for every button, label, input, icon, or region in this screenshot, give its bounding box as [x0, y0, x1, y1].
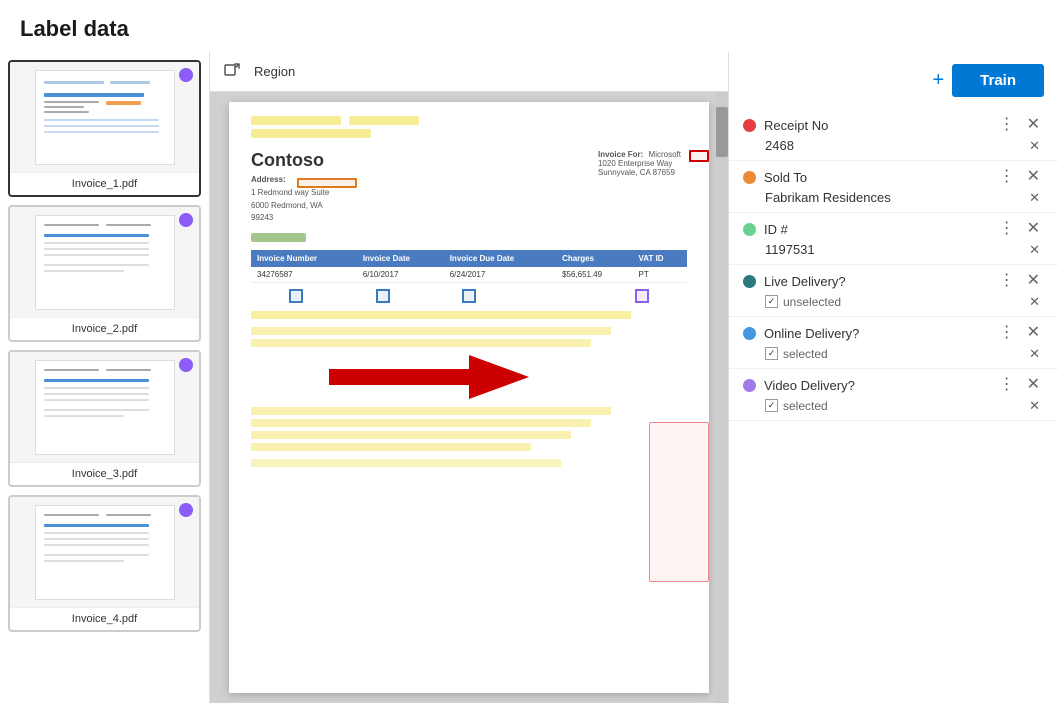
canvas-area: Region Contoso Address: 1 Redmon — [210, 52, 728, 703]
label-item-video-delivery: Video Delivery? ⋮ ✕ ✓ selected ✕ — [729, 369, 1058, 421]
table-row: 34276587 6/10/2017 6/24/2017 $56,651.49 … — [251, 267, 687, 283]
label-dot-receipt — [743, 119, 756, 132]
label-more-id[interactable]: ⋮ — [995, 219, 1019, 239]
cell-due-date: 6/24/2017 — [444, 267, 556, 283]
file-name-2: Invoice_2.pdf — [10, 317, 199, 340]
region-icon — [224, 62, 240, 81]
address-line4: 99243 — [251, 213, 273, 222]
label-name-live: Live Delivery? — [764, 274, 846, 289]
label-value-id: 1197531 — [765, 242, 815, 257]
label-value-close-live[interactable]: ✕ — [1025, 293, 1044, 310]
label-close-online[interactable]: ✕ — [1023, 323, 1044, 343]
invoice-table: Invoice Number Invoice Date Invoice Due … — [251, 250, 687, 283]
col-charges: Charges — [556, 250, 632, 267]
label-item-id: ID # ⋮ ✕ 1197531 ✕ — [729, 213, 1058, 265]
file-dot-3 — [179, 358, 193, 372]
file-item-3[interactable]: Invoice_3.pdf — [8, 350, 201, 487]
label-value-receipt: 2468 — [765, 138, 794, 153]
file-item-4[interactable]: Invoice_4.pdf — [8, 495, 201, 632]
label-more-sold-to[interactable]: ⋮ — [995, 167, 1019, 187]
label-name-online: Online Delivery? — [764, 326, 859, 341]
file-item-2[interactable]: Invoice_2.pdf — [8, 205, 201, 342]
label-value-close-id[interactable]: ✕ — [1025, 241, 1044, 258]
label-value-close-sold-to[interactable]: ✕ — [1025, 189, 1044, 206]
train-button[interactable]: Train — [952, 64, 1044, 97]
label-value-sold-to: Fabrikam Residences — [765, 190, 891, 205]
checkbox-icon-video: ✓ — [765, 399, 778, 412]
label-close-receipt[interactable]: ✕ — [1023, 115, 1044, 135]
file-name-4: Invoice_4.pdf — [10, 607, 199, 630]
file-dot-1 — [179, 68, 193, 82]
label-close-sold-to[interactable]: ✕ — [1023, 167, 1044, 187]
label-value-close-video[interactable]: ✕ — [1025, 397, 1044, 414]
col-invoice-number: Invoice Number — [251, 250, 357, 267]
document-canvas: Contoso Address: 1 Redmond way Suite 600… — [229, 102, 709, 693]
canvas-toolbar: Region — [210, 52, 728, 92]
label-name-id: ID # — [764, 222, 788, 237]
address-line3: 6000 Redmond, WA — [251, 201, 323, 210]
label-item-receipt-no: Receipt No ⋮ ✕ 2468 ✕ — [729, 109, 1058, 161]
file-list: Invoice_1.pdf Invoice_2.pdf — [0, 52, 210, 703]
col-vat-id: VAT ID — [633, 250, 687, 267]
label-close-id[interactable]: ✕ — [1023, 219, 1044, 239]
cell-invoice-number: 34276587 — [251, 267, 357, 283]
label-name-video: Video Delivery? — [764, 378, 855, 393]
label-close-video[interactable]: ✕ — [1023, 375, 1044, 395]
label-item-live-delivery: Live Delivery? ⋮ ✕ ✓ unselected ✕ — [729, 265, 1058, 317]
label-more-online[interactable]: ⋮ — [995, 323, 1019, 343]
cell-charges: $56,651.49 — [556, 267, 632, 283]
label-value-live: unselected — [783, 295, 841, 309]
label-name-sold-to: Sold To — [764, 170, 807, 185]
page-title: Label data — [0, 0, 1058, 52]
label-close-live[interactable]: ✕ — [1023, 271, 1044, 291]
file-dot-4 — [179, 503, 193, 517]
label-dot-sold-to — [743, 171, 756, 184]
label-value-online: selected — [783, 347, 828, 361]
plus-button[interactable]: + — [932, 69, 944, 92]
file-item-1[interactable]: Invoice_1.pdf — [8, 60, 201, 197]
file-name-3: Invoice_3.pdf — [10, 462, 199, 485]
invoice-addr2: Sunnyvale, CA 87659 — [598, 168, 675, 177]
cell-vat: PT — [633, 267, 687, 283]
label-dot-video — [743, 379, 756, 392]
file-dot-2 — [179, 213, 193, 227]
cell-date: 6/10/2017 — [357, 267, 444, 283]
red-arrow — [329, 347, 529, 407]
col-due-date: Invoice Due Date — [444, 250, 556, 267]
right-panel: + Train Receipt No ⋮ ✕ 2468 — [728, 52, 1058, 703]
file-name-1: Invoice_1.pdf — [10, 172, 199, 195]
address-label: Address: — [251, 175, 286, 184]
label-dot-online — [743, 327, 756, 340]
label-more-live[interactable]: ⋮ — [995, 271, 1019, 291]
label-value-video: selected — [783, 399, 828, 413]
address-line2: 1 Redmond way Suite — [251, 188, 329, 197]
label-item-sold-to: Sold To ⋮ ✕ Fabrikam Residences ✕ — [729, 161, 1058, 213]
label-more-receipt[interactable]: ⋮ — [995, 115, 1019, 135]
label-value-close-online[interactable]: ✕ — [1025, 345, 1044, 362]
label-name-receipt: Receipt No — [764, 118, 828, 133]
label-dot-id — [743, 223, 756, 236]
labels-list: Receipt No ⋮ ✕ 2468 ✕ Sold To — [729, 109, 1058, 703]
col-invoice-date: Invoice Date — [357, 250, 444, 267]
label-item-online-delivery: Online Delivery? ⋮ ✕ ✓ selected ✕ — [729, 317, 1058, 369]
invoice-for-company: Microsoft — [649, 150, 681, 159]
invoice-for-label: Invoice For: — [598, 150, 643, 159]
checkbox-icon-live: ✓ — [765, 295, 778, 308]
label-more-video[interactable]: ⋮ — [995, 375, 1019, 395]
region-label: Region — [246, 60, 303, 83]
label-value-close-receipt[interactable]: ✕ — [1025, 137, 1044, 154]
label-dot-live — [743, 275, 756, 288]
invoice-addr1: 1020 Enterprise Way — [598, 159, 672, 168]
checkbox-icon-online: ✓ — [765, 347, 778, 360]
